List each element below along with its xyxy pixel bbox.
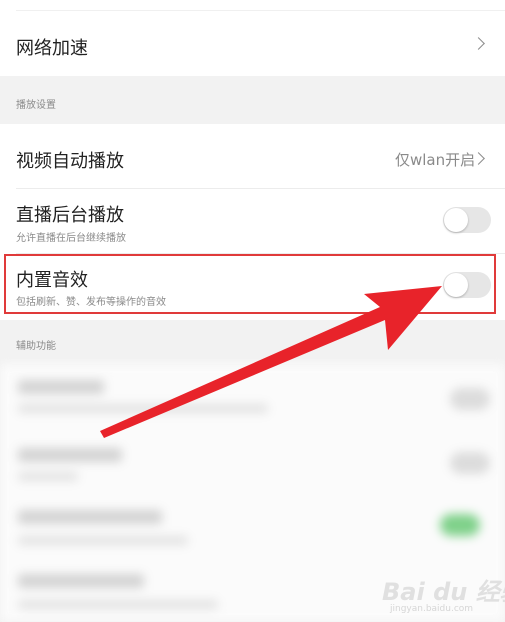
annotation-arrow-icon — [100, 286, 442, 438]
